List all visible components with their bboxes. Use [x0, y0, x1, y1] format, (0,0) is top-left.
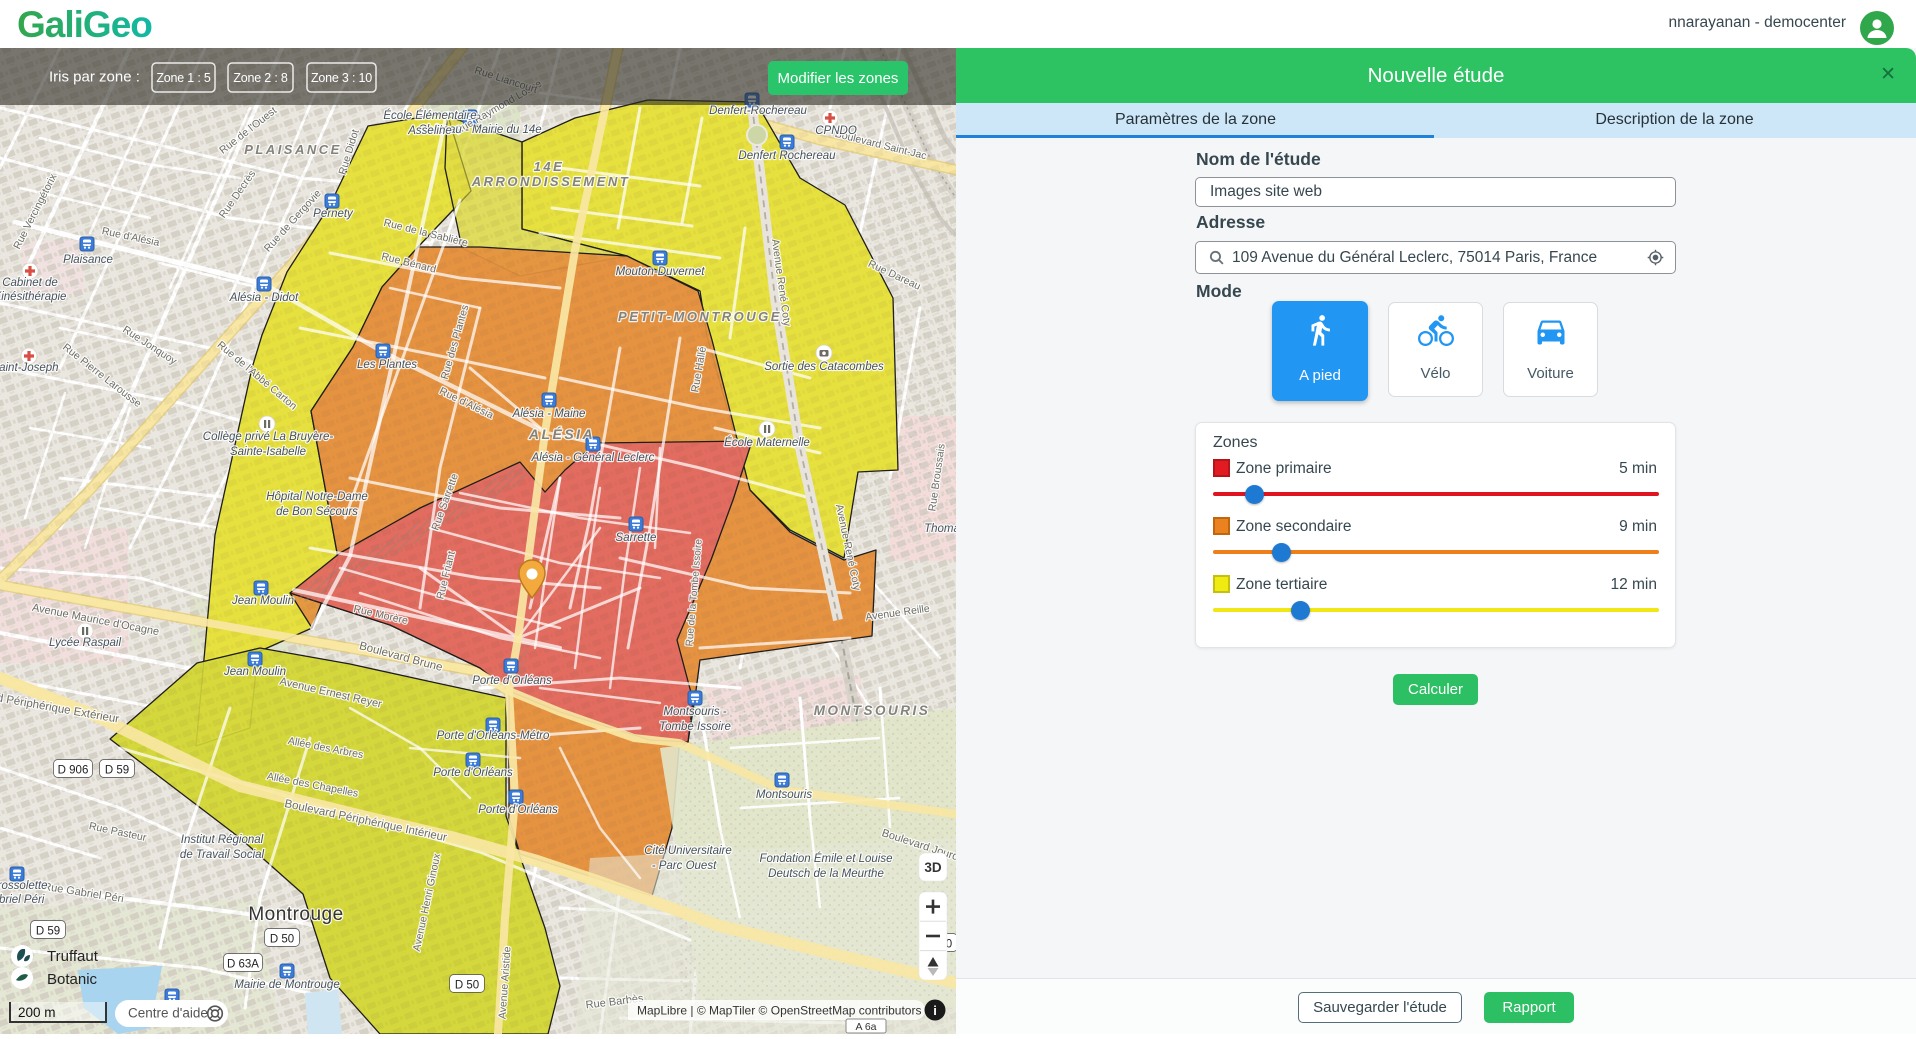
svg-text:D 906: D 906 — [58, 765, 89, 777]
svg-text:Cabinet de: Cabinet de — [2, 277, 58, 289]
svg-text:Pernety: Pernety — [313, 208, 354, 220]
svg-text:e Brossolette: e Brossolette — [0, 880, 48, 892]
svg-text:Tombe Issoire: Tombe Issoire — [659, 721, 731, 733]
svg-text:Denfert-Rochereau: Denfert-Rochereau — [709, 105, 807, 117]
svg-text:Thoma: Thoma — [924, 523, 956, 535]
svg-text:Botanic: Botanic — [47, 971, 98, 988]
svg-text:Alésia - Général Leclerc: Alésia - Général Leclerc — [531, 452, 655, 464]
svg-text:Sainte-Isabelle: Sainte-Isabelle — [230, 446, 306, 458]
svg-text:Gabriel Péri: Gabriel Péri — [0, 894, 45, 906]
svg-text:i: i — [933, 1003, 937, 1018]
svg-text:D 59: D 59 — [36, 926, 60, 938]
svg-text:Centre d'aide: Centre d'aide — [128, 1006, 208, 1021]
svg-text:D 50: D 50 — [270, 934, 294, 946]
svg-text:MONTSOURIS: MONTSOURIS — [814, 703, 931, 718]
svg-text:École Élémentaire: École Élémentaire — [383, 109, 476, 122]
svg-text:- Parc Ouest: - Parc Ouest — [652, 860, 717, 872]
svg-text:Saint-Joseph: Saint-Joseph — [0, 362, 59, 374]
svg-text:CPNDO: CPNDO — [815, 125, 857, 137]
svg-text:Sarrette: Sarrette — [616, 532, 657, 544]
svg-text:Montsouris: Montsouris — [756, 789, 812, 801]
svg-text:Modifier les zones: Modifier les zones — [778, 70, 899, 87]
svg-text:Institut Régional: Institut Régional — [181, 834, 264, 846]
svg-text:Hôpital Notre-Dame: Hôpital Notre-Dame — [266, 491, 368, 503]
svg-text:Les Plantes: Les Plantes — [357, 359, 417, 371]
svg-text:Jean Moulin: Jean Moulin — [231, 595, 294, 607]
svg-text:Mouton-Duvernet: Mouton-Duvernet — [616, 266, 706, 278]
svg-text:ALÉSIA: ALÉSIA — [528, 426, 595, 442]
svg-text:PETIT-MONTROUGE: PETIT-MONTROUGE — [618, 309, 782, 324]
svg-text:Montrouge: Montrouge — [248, 904, 343, 925]
svg-text:Porte d'Orléans-Métro: Porte d'Orléans-Métro — [437, 730, 550, 742]
svg-text:Alésia - Maine: Alésia - Maine — [512, 408, 586, 420]
svg-text:Porte d'Orléans: Porte d'Orléans — [472, 675, 552, 687]
svg-text:PLAISANCE: PLAISANCE — [244, 142, 342, 157]
svg-text:Lycée Raspail: Lycée Raspail — [49, 637, 121, 649]
svg-text:Asseline: Asseline — [407, 125, 451, 137]
svg-text:Zone 2 : 8: Zone 2 : 8 — [233, 71, 288, 85]
svg-text:Sortie des Catacombes: Sortie des Catacombes — [764, 361, 884, 373]
svg-text:200 m: 200 m — [18, 1005, 56, 1020]
svg-text:École Maternelle: École Maternelle — [724, 436, 810, 449]
svg-text:Truffaut: Truffaut — [47, 948, 99, 965]
svg-text:Zone 3 : 10: Zone 3 : 10 — [311, 71, 372, 85]
svg-text:Collège privé La Bruyère-: Collège privé La Bruyère- — [203, 431, 334, 443]
svg-text:Mairie de Montrouge: Mairie de Montrouge — [234, 979, 339, 991]
svg-text:Fondation Émile et Louise: Fondation Émile et Louise — [760, 852, 893, 865]
svg-text:D 50: D 50 — [455, 980, 479, 992]
svg-text:Porte d'Orléans: Porte d'Orléans — [433, 767, 513, 779]
svg-text:D 59: D 59 — [105, 765, 129, 777]
svg-text:MapLibre | © MapTiler © OpenSt: MapLibre | © MapTiler © OpenStreetMap co… — [637, 1004, 921, 1018]
svg-text:3D: 3D — [924, 860, 942, 875]
svg-text:A 6a: A 6a — [855, 1021, 876, 1033]
svg-text:Montsouris -: Montsouris - — [663, 706, 726, 718]
svg-text:de Travail Social: de Travail Social — [180, 849, 265, 861]
svg-text:Cité Universitaire: Cité Universitaire — [644, 845, 732, 857]
svg-text:Porte d'Orléans: Porte d'Orléans — [478, 804, 558, 816]
svg-text:Kinésithérapie: Kinésithérapie — [0, 291, 66, 303]
svg-text:Jean Moulin: Jean Moulin — [223, 666, 286, 678]
svg-text:14E: 14E — [534, 159, 565, 174]
svg-text:Denfert Rochereau: Denfert Rochereau — [738, 150, 836, 162]
svg-text:Deutsch de la Meurthe: Deutsch de la Meurthe — [768, 868, 884, 880]
svg-text:Zone 1 : 5: Zone 1 : 5 — [156, 71, 211, 85]
svg-text:de Bon Sécours: de Bon Sécours — [276, 506, 358, 518]
svg-text:Alésia - Didot: Alésia - Didot — [229, 292, 299, 304]
svg-text:Plaisance: Plaisance — [63, 254, 113, 266]
svg-text:ARRONDISSEMENT: ARRONDISSEMENT — [471, 174, 631, 189]
svg-text:D 63A: D 63A — [227, 959, 259, 971]
svg-text:Iris par zone :: Iris par zone : — [49, 69, 140, 86]
